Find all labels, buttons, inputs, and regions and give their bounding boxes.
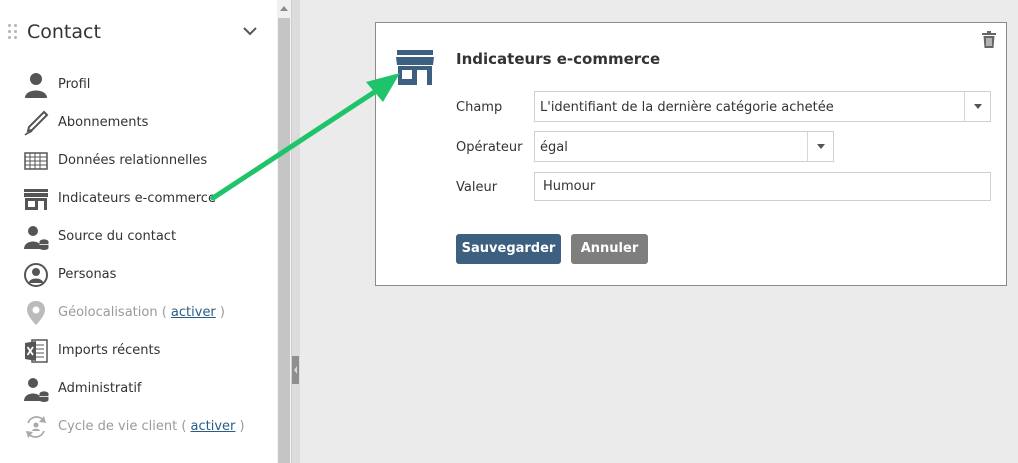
persona-icon xyxy=(24,263,48,287)
sidebar-item-cycle-de-vie-client: Cycle de vie client ( activer ) xyxy=(0,409,276,445)
sidebar-item-label: Cycle de vie client ( activer ) xyxy=(58,419,245,434)
sidebar-item-personas[interactable]: Personas xyxy=(0,257,276,293)
sidebar-item-label: Personas xyxy=(58,267,117,282)
sidebar-item-label: Imports récents xyxy=(58,343,161,358)
map-pin-icon xyxy=(27,301,45,325)
table-icon xyxy=(24,152,48,170)
user-database-icon xyxy=(24,378,49,402)
operateur-select[interactable]: égal xyxy=(534,131,834,162)
sidebar: Contact Profil Abonnements Données relat… xyxy=(0,0,278,463)
operateur-select-value: égal xyxy=(540,140,568,155)
valeur-label: Valeur xyxy=(456,180,498,195)
drag-handle-icon[interactable] xyxy=(8,24,20,42)
sidebar-item-label: Données relationnelles xyxy=(58,153,208,168)
sidebar-item-abonnements[interactable]: Abonnements xyxy=(0,105,276,141)
champ-select[interactable]: L'identifiant de la dernière catégorie a… xyxy=(534,91,991,122)
sidebar-item-donnees-relationnelles[interactable]: Données relationnelles xyxy=(0,143,276,179)
shop-icon xyxy=(24,189,48,210)
chevron-down-icon[interactable] xyxy=(807,132,833,161)
panel-title: Indicateurs e-commerce xyxy=(456,50,661,68)
collapse-arrow-icon xyxy=(294,366,297,374)
sidebar-item-imports-recents[interactable]: Imports récents xyxy=(0,333,276,369)
sidebar-item-label: Administratif xyxy=(58,381,142,396)
pen-icon xyxy=(24,110,49,136)
shop-icon xyxy=(396,50,434,85)
user-database-icon xyxy=(24,226,49,250)
sidebar-item-label-text: Géolocalisation ( xyxy=(58,305,167,320)
chevron-down-icon[interactable] xyxy=(243,25,257,37)
sidebar-item-indicateurs-ecommerce[interactable]: Indicateurs e-commerce xyxy=(0,181,276,217)
champ-label: Champ xyxy=(456,100,503,115)
user-icon xyxy=(25,73,47,98)
valeur-input[interactable] xyxy=(534,172,991,201)
operateur-label: Opérateur xyxy=(456,140,523,155)
sidebar-item-label: Source du contact xyxy=(58,229,177,244)
sidebar-scrollbar-thumb[interactable] xyxy=(278,18,290,463)
sidebar-item-label: Indicateurs e-commerce xyxy=(58,191,216,206)
sidebar-header[interactable]: Contact xyxy=(0,0,278,60)
excel-icon xyxy=(25,339,48,363)
ecommerce-criteria-panel: Indicateurs e-commerce Champ L'identifia… xyxy=(375,22,1007,286)
sidebar-item-administratif[interactable]: Administratif xyxy=(0,371,276,407)
scroll-up-button[interactable] xyxy=(277,0,291,18)
champ-select-value: L'identifiant de la dernière catégorie a… xyxy=(540,100,834,115)
sidebar-item-profil[interactable]: Profil xyxy=(0,67,276,103)
save-button[interactable]: Sauvegarder xyxy=(456,234,561,264)
sidebar-item-label-suffix: ) xyxy=(219,305,225,320)
activer-geolocalisation-link[interactable]: activer xyxy=(171,305,216,320)
collapse-handle[interactable] xyxy=(292,356,299,384)
sidebar-item-label-suffix: ) xyxy=(239,419,245,434)
chevron-down-icon[interactable] xyxy=(964,92,990,121)
sidebar-item-label-text: Cycle de vie client ( xyxy=(58,419,187,434)
sidebar-item-label: Profil xyxy=(58,77,91,92)
trash-icon[interactable] xyxy=(982,31,996,48)
sidebar-item-label: Abonnements xyxy=(58,115,149,130)
activer-cycle-de-vie-link[interactable]: activer xyxy=(191,419,236,434)
lifecycle-icon xyxy=(26,416,46,438)
cancel-button[interactable]: Annuler xyxy=(571,234,648,264)
scroll-up-arrow-icon xyxy=(280,6,288,11)
sidebar-title: Contact xyxy=(27,21,101,43)
sidebar-item-geolocalisation: Géolocalisation ( activer ) xyxy=(0,295,276,331)
sidebar-item-source-du-contact[interactable]: Source du contact xyxy=(0,219,276,255)
panel-splitter[interactable] xyxy=(291,0,300,463)
sidebar-item-label: Géolocalisation ( activer ) xyxy=(58,305,225,320)
